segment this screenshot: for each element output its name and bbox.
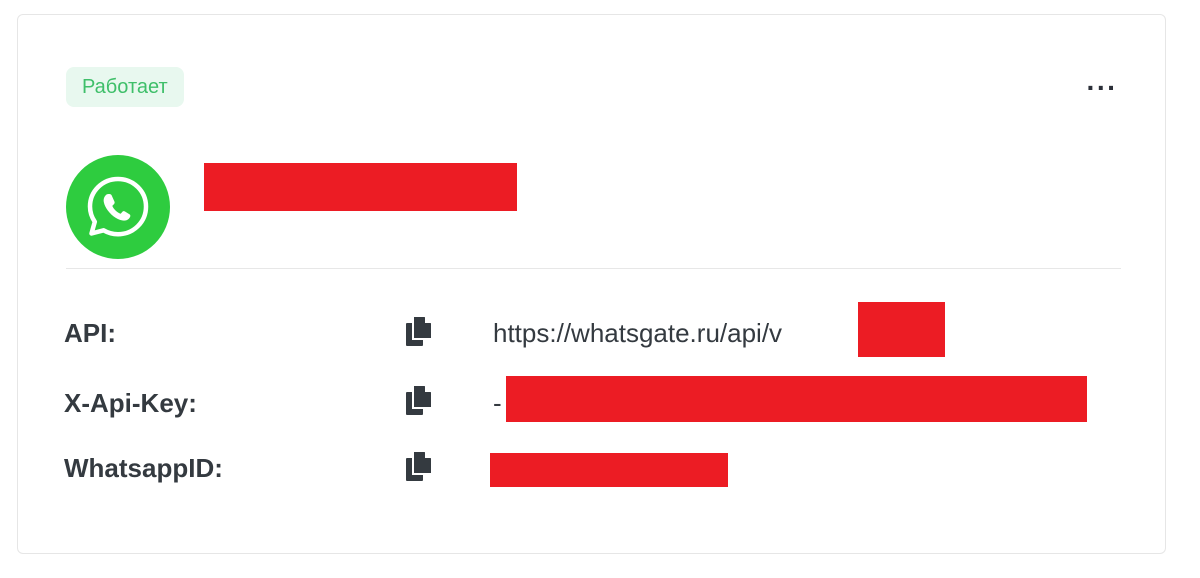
whatsapp-id-redacted — [490, 453, 728, 487]
whatsapp-id-label: WhatsappID: — [64, 453, 223, 483]
api-label: API: — [64, 318, 116, 348]
more-menu-button[interactable]: ··· — [1082, 74, 1122, 105]
copy-icon[interactable] — [404, 449, 436, 483]
status-badge: Работает — [66, 67, 184, 107]
api-key-label: X-Api-Key: — [64, 388, 197, 418]
api-url-value: https://whatsgate.ru/api/v — [493, 318, 783, 348]
copy-icon[interactable] — [404, 314, 436, 348]
api-url-redacted — [858, 302, 945, 357]
divider — [66, 268, 1121, 269]
api-key-value: - — [493, 388, 502, 418]
copy-icon[interactable] — [404, 383, 436, 417]
channel-name-redacted — [204, 163, 517, 211]
channel-card: Работает ··· API: https://whatsgate.ru/a… — [17, 14, 1166, 554]
api-key-redacted — [506, 376, 1087, 422]
whatsapp-icon — [66, 155, 170, 259]
